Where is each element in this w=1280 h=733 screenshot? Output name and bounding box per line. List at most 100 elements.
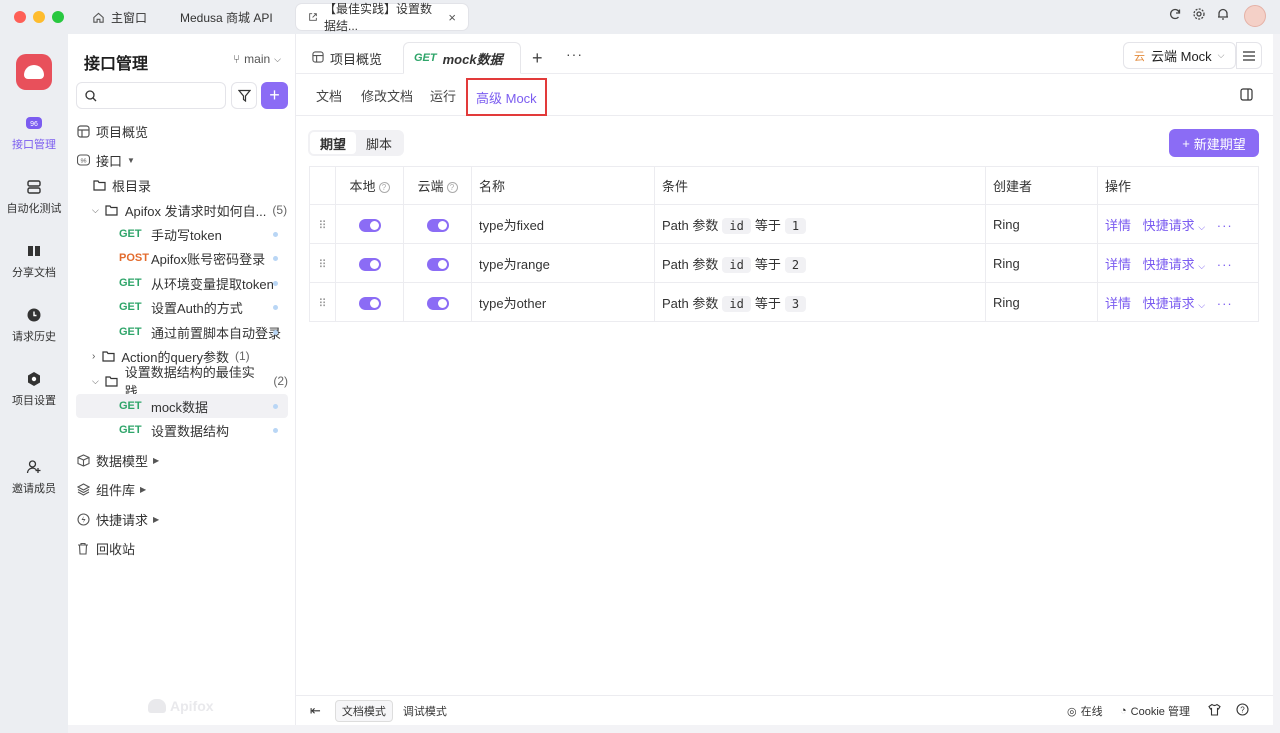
search-icon — [85, 89, 97, 101]
shirt-icon[interactable] — [1208, 703, 1221, 716]
help-icon[interactable]: ? — [446, 182, 458, 193]
tree-api-item[interactable]: GET 通过前置脚本自动登录 — [76, 320, 288, 344]
close-window-button[interactable] — [14, 11, 26, 23]
expectation-condition: Path 参数 id 等于 1 — [654, 204, 986, 244]
check-circle-icon: ◎ — [1067, 705, 1077, 718]
svg-text:?: ? — [1240, 706, 1245, 715]
help-icon[interactable]: ? — [378, 182, 390, 193]
local-toggle[interactable] — [358, 296, 381, 310]
maximize-window-button[interactable] — [52, 11, 64, 23]
refresh-icon[interactable] — [1168, 7, 1182, 21]
user-avatar[interactable] — [1244, 5, 1266, 27]
subtab-edit-doc[interactable]: 修改文档 — [361, 74, 413, 116]
more-actions-icon[interactable]: ··· — [1217, 218, 1233, 233]
debug-mode-button[interactable]: 调试模式 — [397, 701, 453, 721]
more-tabs-icon[interactable]: ··· — [566, 46, 583, 62]
tree-api-item[interactable]: GET 设置数据结构 — [76, 418, 288, 442]
cloud-toggle[interactable] — [426, 296, 449, 310]
bell-icon[interactable] — [1216, 7, 1230, 21]
tab-overview[interactable]: 项目概览 — [302, 42, 392, 74]
method-badge: GET — [119, 326, 142, 338]
tree-item-interfaces[interactable]: 96 接口 ▼ — [76, 148, 288, 172]
segment-expectation[interactable]: 期望 — [310, 132, 357, 154]
rail-item-api[interactable]: 96 接口管理 — [0, 114, 68, 152]
rail-item-invite[interactable]: 邀请成员 — [0, 458, 68, 496]
subtab-advanced-mock[interactable]: 高级 Mock — [466, 78, 547, 116]
more-actions-icon[interactable]: ··· — [1217, 296, 1233, 311]
search-box[interactable] — [76, 82, 226, 109]
tree-item-quick-request[interactable]: 快捷请求 ▶ — [76, 507, 288, 531]
tree-api-item-selected[interactable]: GET mock数据 — [76, 394, 288, 418]
panel-toggle-icon[interactable] — [1240, 88, 1253, 104]
detail-link[interactable]: 详情 — [1105, 257, 1131, 272]
more-actions-icon[interactable]: ··· — [1217, 257, 1233, 272]
rail-item-label: 邀请成员 — [12, 483, 56, 495]
tree-item-trash[interactable]: 回收站 — [76, 536, 288, 560]
subtab-run[interactable]: 运行 — [430, 74, 456, 116]
folder-count: (2) — [273, 374, 288, 388]
folder-icon — [101, 349, 115, 363]
tree-api-item[interactable]: GET 从环境变量提取token — [76, 271, 288, 295]
chevron-down-icon: ⌵ — [1198, 260, 1206, 271]
tree-label: Apifox账号密码登录 — [151, 251, 266, 267]
tree-api-item[interactable]: GET 手动写token — [76, 222, 288, 246]
new-expectation-button[interactable]: + 新建期望 — [1169, 129, 1259, 157]
add-button[interactable]: + — [261, 82, 288, 109]
detail-link[interactable]: 详情 — [1105, 296, 1131, 311]
detail-link[interactable]: 详情 — [1105, 218, 1131, 233]
tree-folder-data-structure[interactable]: ⌵ 设置数据结构的最佳实践 (2) — [76, 365, 288, 399]
segment-script[interactable]: 脚本 — [356, 132, 402, 154]
help-circle-icon[interactable]: ? — [1236, 703, 1249, 716]
menu-button[interactable] — [1236, 42, 1262, 69]
hamburger-icon — [1243, 50, 1255, 61]
window-tab-home[interactable]: 主窗口 — [80, 4, 159, 30]
column-header: 云端? — [403, 166, 472, 205]
close-tab-icon[interactable]: × — [448, 10, 456, 25]
online-status[interactable]: ◎ 在线 — [1067, 703, 1103, 719]
window-tab-current[interactable]: 【最佳实践】设置数据结... × — [296, 2, 468, 33]
drag-handle-icon[interactable]: ⠿ — [309, 243, 336, 283]
local-toggle[interactable] — [358, 218, 381, 232]
tree-item-components[interactable]: 组件库 ▶ — [76, 477, 288, 501]
tree-item-overview[interactable]: 项目概览 — [76, 119, 288, 143]
quick-request-dropdown[interactable]: 快捷请求 ⌵ — [1143, 257, 1205, 272]
folder-icon — [105, 203, 119, 217]
doc-mode-button[interactable]: 文档模式 — [334, 699, 393, 722]
tree-label: 数据模型 — [96, 453, 149, 469]
rail-item-settings[interactable]: 项目设置 — [0, 370, 68, 408]
cloud-toggle[interactable] — [426, 218, 449, 232]
status-dot — [273, 330, 278, 335]
collapse-sidebar-icon[interactable]: ⇤ — [310, 703, 321, 719]
drag-handle-icon[interactable]: ⠿ — [309, 204, 336, 244]
subtab-doc[interactable]: 文档 — [316, 74, 342, 116]
tab-label: 项目概览 — [330, 51, 383, 67]
tree-api-item[interactable]: GET 设置Auth的方式 — [76, 295, 288, 319]
status-dot — [273, 305, 278, 310]
local-toggle[interactable] — [358, 257, 381, 271]
tree-item-root[interactable]: 根目录 — [76, 173, 288, 197]
filter-button[interactable] — [231, 82, 257, 109]
quick-request-dropdown[interactable]: 快捷请求 ⌵ — [1143, 218, 1205, 233]
rail-item-history[interactable]: 请求历史 — [0, 306, 68, 344]
window-tab-medusa[interactable]: Medusa 商城 API — [168, 4, 285, 30]
quick-request-dropdown[interactable]: 快捷请求 ⌵ — [1143, 296, 1205, 311]
tree-item-models[interactable]: 数据模型 ▶ — [76, 448, 288, 472]
tree-api-item[interactable]: POST Apifox账号密码登录 — [76, 246, 288, 270]
filter-icon — [237, 89, 251, 102]
cookie-manager[interactable]: ◔ Cookie 管理 — [1120, 703, 1190, 719]
tree-folder-apifox-request[interactable]: ⌵ Apifox 发请求时如何自... (5) — [76, 198, 288, 222]
drag-handle-icon[interactable]: ⠿ — [309, 282, 336, 322]
cloud-toggle[interactable] — [426, 257, 449, 271]
status-dot — [273, 232, 278, 237]
search-input[interactable] — [103, 88, 213, 103]
rail-item-share[interactable]: 分享文档 — [0, 242, 68, 280]
add-tab-icon[interactable]: + — [532, 48, 543, 69]
gear-icon[interactable] — [1192, 7, 1206, 21]
branch-selector[interactable]: ⑂ main ⌵ — [233, 52, 281, 66]
environment-select[interactable]: 云 云端 Mock ⌵ — [1123, 42, 1236, 69]
rail-item-automation[interactable]: 自动化测试 — [0, 178, 68, 216]
folder-count: (5) — [272, 203, 288, 217]
tab-mock-data[interactable]: GET mock数据 — [403, 42, 521, 74]
minimize-window-button[interactable] — [33, 11, 45, 23]
sub-tabs: 文档 修改文档 运行 高级 Mock — [296, 74, 1273, 116]
